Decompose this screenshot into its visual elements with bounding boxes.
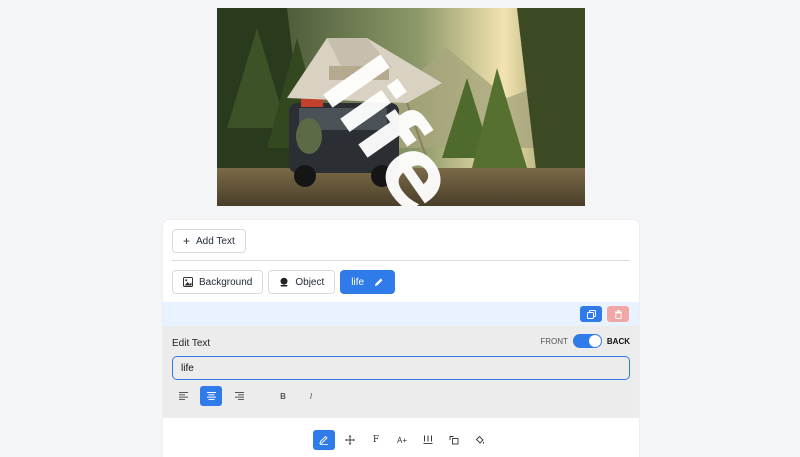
toggle-knob bbox=[588, 335, 601, 347]
tool-edit-text[interactable] bbox=[313, 430, 335, 450]
rotate-icon bbox=[449, 436, 459, 445]
move-icon bbox=[345, 435, 355, 445]
italic-icon: I bbox=[309, 391, 313, 401]
text-content-input[interactable] bbox=[172, 356, 630, 380]
canvas-area: life bbox=[0, 0, 800, 206]
shape-icon bbox=[280, 277, 288, 287]
front-label: FRONT bbox=[540, 336, 568, 346]
tab-label: life bbox=[351, 276, 365, 288]
font-icon: F bbox=[372, 435, 380, 445]
pencil-icon bbox=[319, 435, 328, 445]
add-text-button[interactable]: + Add Text bbox=[172, 229, 246, 253]
tab-label: Object bbox=[295, 276, 325, 288]
tab-label: Background bbox=[199, 276, 253, 288]
bottom-toolbar: F A+ bbox=[313, 430, 491, 450]
tool-rotate[interactable] bbox=[443, 430, 465, 450]
tool-font[interactable]: F bbox=[365, 430, 387, 450]
tool-font-size[interactable]: A+ bbox=[391, 430, 413, 450]
bold-button[interactable]: B bbox=[272, 386, 294, 406]
align-center-button[interactable] bbox=[200, 386, 222, 406]
front-back-toggle[interactable] bbox=[572, 334, 602, 348]
italic-button[interactable]: I bbox=[300, 386, 322, 406]
layer-actions-strip bbox=[163, 302, 639, 326]
layer-order-toggle-group: FRONT BACK bbox=[540, 334, 630, 348]
align-left-button[interactable] bbox=[172, 386, 194, 406]
align-right-button[interactable] bbox=[228, 386, 250, 406]
align-center-icon bbox=[206, 392, 216, 400]
editor-panel: + Add Text Background Object life Edit T… bbox=[163, 220, 639, 457]
text-format-row: B I bbox=[172, 386, 322, 406]
paint-bucket-icon bbox=[475, 435, 484, 444]
tab-background[interactable]: Background bbox=[172, 270, 264, 294]
align-right-icon bbox=[234, 392, 244, 400]
layer-tabs: Background Object life bbox=[172, 270, 396, 294]
tab-object[interactable]: Object bbox=[268, 270, 336, 294]
image-icon bbox=[183, 277, 193, 287]
font-size-icon: A+ bbox=[396, 435, 407, 445]
tool-color[interactable] bbox=[469, 430, 491, 450]
tool-spacing[interactable] bbox=[417, 430, 439, 450]
tab-text-life[interactable]: life bbox=[340, 270, 396, 294]
tool-move[interactable] bbox=[339, 430, 361, 450]
copy-icon bbox=[586, 309, 596, 319]
photo-canvas[interactable]: life bbox=[217, 8, 585, 206]
back-label: BACK bbox=[606, 336, 630, 346]
duplicate-button[interactable] bbox=[580, 306, 602, 322]
add-text-label: Add Text bbox=[196, 235, 235, 247]
divider bbox=[172, 260, 630, 261]
trash-icon bbox=[614, 309, 622, 319]
align-left-icon bbox=[178, 392, 188, 400]
delete-button[interactable] bbox=[607, 306, 629, 322]
pencil-icon bbox=[375, 278, 383, 286]
letter-spacing-icon bbox=[423, 435, 433, 444]
edit-text-section: Edit Text FRONT BACK life B I bbox=[163, 326, 639, 418]
add-text-row: + Add Text bbox=[172, 229, 246, 253]
edit-text-title: Edit Text bbox=[172, 338, 211, 349]
plus-icon: + bbox=[183, 234, 191, 248]
bold-icon: B bbox=[280, 391, 286, 401]
